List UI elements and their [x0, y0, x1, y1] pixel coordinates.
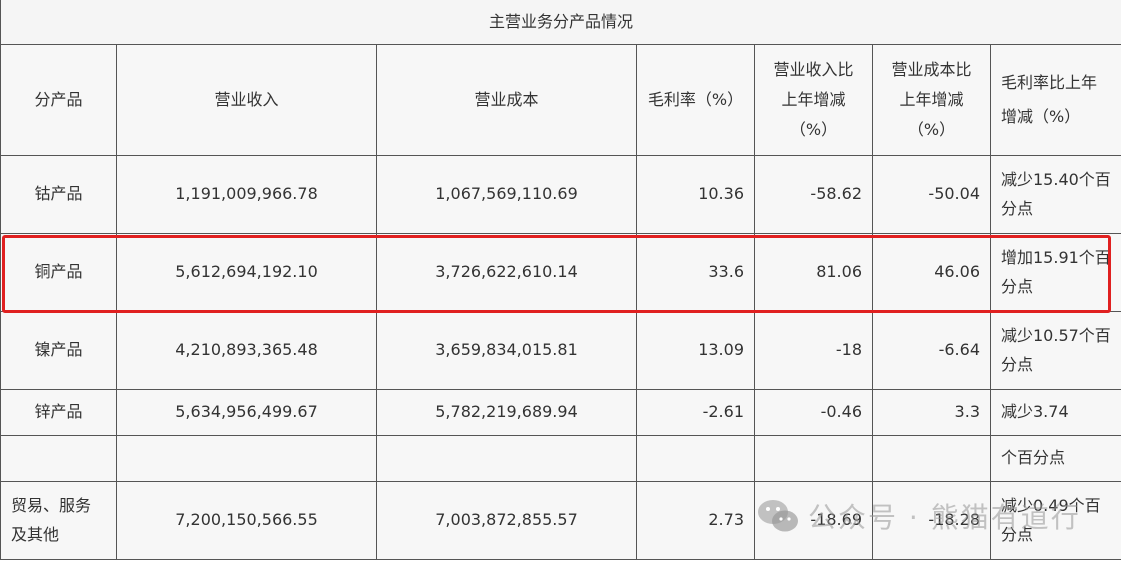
header-margin-change: 毛利率比上年 增减（%）: [989, 43, 1121, 156]
cell-empty: [636, 434, 755, 482]
cell-cost-change: -6.64: [872, 310, 991, 390]
header-revenue-change-line3: （%）: [789, 119, 838, 139]
cell-product: 锌产品: [0, 388, 117, 436]
cell-empty: [376, 434, 637, 482]
header-cost: 营业成本: [376, 43, 637, 156]
cell-cost-change: -18.28: [872, 480, 991, 560]
cell-margin-change-line2: 分点: [1001, 355, 1034, 374]
table-row: 个百分点: [0, 434, 1121, 482]
cell-margin: 33.6: [636, 232, 755, 312]
cell-cost: 1,067,569,110.69: [376, 154, 637, 234]
cell-revenue: 5,612,694,192.10: [116, 232, 377, 312]
table-caption-row: 主营业务分产品情况: [0, 0, 1121, 45]
cell-empty: [872, 434, 991, 482]
cell-margin-change-line2: 分点: [1001, 525, 1034, 544]
cell-product-line1: 贸易、服务: [11, 496, 92, 515]
cell-revenue: 1,191,009,966.78: [116, 154, 377, 234]
cell-margin-change: 减少15.40个百 分点: [989, 154, 1121, 234]
cell-cost: 7,003,872,855.57: [376, 480, 637, 560]
cell-product: 贸易、服务 及其他: [0, 480, 117, 560]
main-business-table: 主营业务分产品情况 分产品 营业收入 营业成本 毛利率（%） 营业收入比 上年增…: [0, 0, 1121, 560]
cell-revenue: 4,210,893,365.48: [116, 310, 377, 390]
header-revenue-change-line1: 营业收入比: [773, 59, 854, 79]
header-margin-change-line1: 毛利率比上年: [1001, 72, 1098, 92]
header-cost-change-line1: 营业成本比: [891, 59, 972, 79]
page: 主营业务分产品情况 分产品 营业收入 营业成本 毛利率（%） 营业收入比 上年增…: [0, 0, 1121, 561]
cell-margin: 10.36: [636, 154, 755, 234]
cell-revenue-change: -0.46: [754, 388, 873, 436]
cell-margin: 13.09: [636, 310, 755, 390]
cell-cost: 3,659,834,015.81: [376, 310, 637, 390]
cell-margin-change: 减少10.57个百 分点: [989, 310, 1121, 390]
cell-product-line2: 及其他: [11, 525, 60, 544]
cell-margin-change-line2: 分点: [1001, 199, 1034, 218]
table-header-row: 分产品 营业收入 营业成本 毛利率（%） 营业收入比 上年增减 （%） 营业成本…: [0, 43, 1121, 156]
cell-margin-change-line1: 减少0.49个百: [1001, 496, 1101, 515]
header-margin-change-line2: 增减（%）: [1001, 106, 1081, 126]
cell-revenue-change: -18.69: [754, 480, 873, 560]
header-revenue-change: 营业收入比 上年增减 （%）: [754, 43, 873, 156]
cell-revenue: 5,634,956,499.67: [116, 388, 377, 436]
cell-revenue-change: -18: [754, 310, 873, 390]
table-row: 贸易、服务 及其他 7,200,150,566.55 7,003,872,855…: [0, 480, 1121, 560]
header-revenue: 营业收入: [116, 43, 377, 156]
cell-cost-change: 46.06: [872, 232, 991, 312]
cell-cost-change: 3.3: [872, 388, 991, 436]
cell-cost-change: -50.04: [872, 154, 991, 234]
header-revenue-change-line2: 上年增减: [781, 89, 846, 109]
cell-product: 镍产品: [0, 310, 117, 390]
table-row: 钴产品 1,191,009,966.78 1,067,569,110.69 10…: [0, 154, 1121, 234]
cell-margin-change-line1: 减少10.57个百: [1001, 326, 1111, 345]
cell-cost: 5,782,219,689.94: [376, 388, 637, 436]
header-product: 分产品: [0, 43, 117, 156]
cell-margin-change-line1: 减少15.40个百: [1001, 170, 1111, 189]
cell-empty: [116, 434, 377, 482]
table-row: 锌产品 5,634,956,499.67 5,782,219,689.94 -2…: [0, 388, 1121, 436]
cell-margin-change-line1: 增加15.91个百: [1001, 248, 1111, 267]
table-row: 镍产品 4,210,893,365.48 3,659,834,015.81 13…: [0, 310, 1121, 390]
cell-margin: -2.61: [636, 388, 755, 436]
cell-empty: [0, 434, 117, 482]
cell-revenue: 7,200,150,566.55: [116, 480, 377, 560]
header-cost-change-line3: （%）: [907, 119, 956, 139]
cell-margin-change: 减少0.49个百 分点: [989, 480, 1121, 560]
cell-product: 铜产品: [0, 232, 117, 312]
cell-revenue-change: 81.06: [754, 232, 873, 312]
cell-margin-change: 增加15.91个百 分点: [989, 232, 1121, 312]
table-caption: 主营业务分产品情况: [0, 0, 1121, 45]
cell-margin-change: 个百分点: [989, 434, 1121, 482]
cell-cost: 3,726,622,610.14: [376, 232, 637, 312]
table-row: 铜产品 5,612,694,192.10 3,726,622,610.14 33…: [0, 232, 1121, 312]
header-margin: 毛利率（%）: [636, 43, 755, 156]
header-cost-change: 营业成本比 上年增减 （%）: [872, 43, 991, 156]
cell-revenue-change: -58.62: [754, 154, 873, 234]
cell-margin-change-line2: 分点: [1001, 277, 1034, 296]
header-cost-change-line2: 上年增减: [899, 89, 964, 109]
cell-margin-change: 减少3.74: [989, 388, 1121, 436]
cell-margin: 2.73: [636, 480, 755, 560]
cell-empty: [754, 434, 873, 482]
cell-product: 钴产品: [0, 154, 117, 234]
